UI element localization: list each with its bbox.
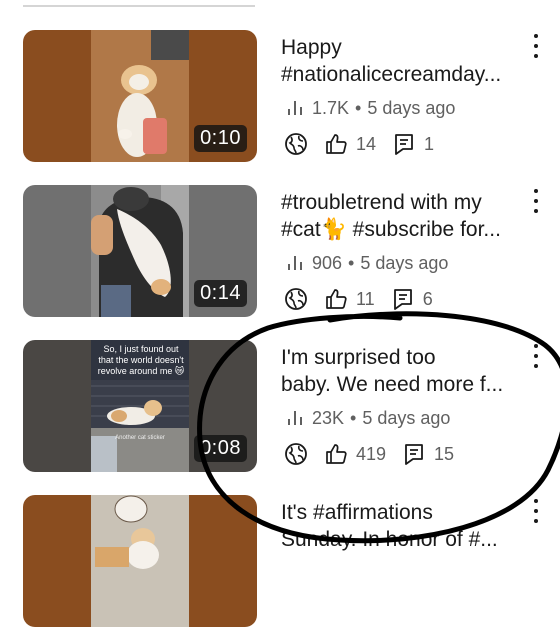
video-thumbnail[interactable]: 0:10 — [23, 30, 257, 162]
engagement-row: 14 1 — [284, 132, 434, 156]
title-line: #nationalicecreamday... — [281, 63, 502, 86]
title-line: #troubletrend with my — [281, 191, 482, 214]
more-options-button[interactable] — [529, 344, 543, 368]
separator: • — [350, 407, 357, 428]
comment-count: 1 — [424, 133, 435, 154]
view-count: 23K — [312, 407, 345, 428]
thumb-up-icon[interactable] — [324, 287, 348, 311]
video-thumbnail[interactable] — [23, 495, 257, 627]
bar-chart-icon — [288, 256, 302, 270]
title-line: It's #affirmations — [281, 501, 433, 524]
view-count: 1.7K — [312, 97, 350, 118]
caption-line: revolve around me 😿 — [97, 366, 185, 376]
video-thumbnail[interactable]: 0:14 — [23, 185, 257, 317]
view-stats: 1.7K • 5 days ago — [284, 97, 455, 119]
comment-count: 15 — [434, 443, 455, 464]
video-thumbnail[interactable]: So, I just found out that the world does… — [23, 340, 257, 472]
previous-item-divider — [23, 0, 255, 7]
title-line: Happy — [281, 36, 342, 59]
comment-count: 6 — [422, 288, 433, 309]
video-title[interactable]: I'm surprised too baby. We need more f..… — [281, 344, 526, 398]
like-count: 11 — [356, 288, 375, 309]
duration-badge: 0:14 — [194, 280, 247, 307]
comment-icon[interactable] — [392, 132, 416, 156]
thumb-up-icon[interactable] — [324, 442, 348, 466]
upload-age: 5 days ago — [362, 407, 451, 428]
video-list-item[interactable]: 0:10 Happy #nationalicecreamday... 1.7K … — [0, 30, 560, 170]
title-line: Sunday. In honor of #... — [281, 528, 498, 551]
upload-age: 5 days ago — [367, 97, 456, 118]
more-options-button[interactable] — [529, 189, 543, 213]
video-title[interactable]: It's #affirmations Sunday. In honor of #… — [281, 499, 526, 553]
like-count: 419 — [356, 443, 387, 464]
video-title[interactable]: #troubletrend with my #cat🐈 #subscribe f… — [281, 189, 526, 243]
upload-age: 5 days ago — [360, 252, 449, 273]
separator: • — [348, 252, 355, 273]
view-stats: 906 • 5 days ago — [284, 252, 448, 274]
more-options-button[interactable] — [529, 499, 543, 523]
globe-icon — [285, 288, 307, 310]
video-list-item[interactable]: It's #affirmations Sunday. In honor of #… — [0, 495, 560, 635]
bar-chart-icon — [288, 411, 302, 425]
comment-icon[interactable] — [391, 287, 415, 311]
thumbnail-image — [91, 495, 189, 627]
thumbnail-sticker: Another cat sticker — [115, 435, 165, 441]
view-count: 906 — [312, 252, 343, 273]
video-title[interactable]: Happy #nationalicecreamday... — [281, 34, 526, 88]
title-line: baby. We need more f... — [281, 373, 504, 396]
thumbnail-image — [91, 185, 189, 317]
video-list-item[interactable]: So, I just found out that the world does… — [0, 340, 560, 480]
title-line: I'm surprised too — [281, 346, 436, 369]
thumbnail-image — [91, 30, 189, 162]
title-line: #cat🐈 #subscribe for... — [281, 218, 501, 241]
engagement-row: 419 15 — [284, 442, 454, 466]
thumbnail-caption: So, I just found out that the world does… — [93, 344, 189, 377]
bar-chart-icon — [288, 101, 302, 115]
comment-icon[interactable] — [402, 442, 426, 466]
duration-badge: 0:08 — [194, 435, 247, 462]
engagement-row: 11 6 — [284, 287, 433, 311]
view-stats: 23K • 5 days ago — [284, 407, 450, 429]
globe-icon — [285, 443, 307, 465]
video-list-item[interactable]: 0:14 #troubletrend with my #cat🐈 #subscr… — [0, 185, 560, 325]
caption-line: So, I just found out — [103, 344, 179, 354]
caption-line: that the world doesn't — [98, 355, 184, 365]
separator: • — [355, 97, 362, 118]
thumb-up-icon[interactable] — [324, 132, 348, 156]
globe-icon — [285, 133, 307, 155]
more-options-button[interactable] — [529, 34, 543, 58]
like-count: 14 — [356, 133, 377, 154]
duration-badge: 0:10 — [194, 125, 247, 152]
